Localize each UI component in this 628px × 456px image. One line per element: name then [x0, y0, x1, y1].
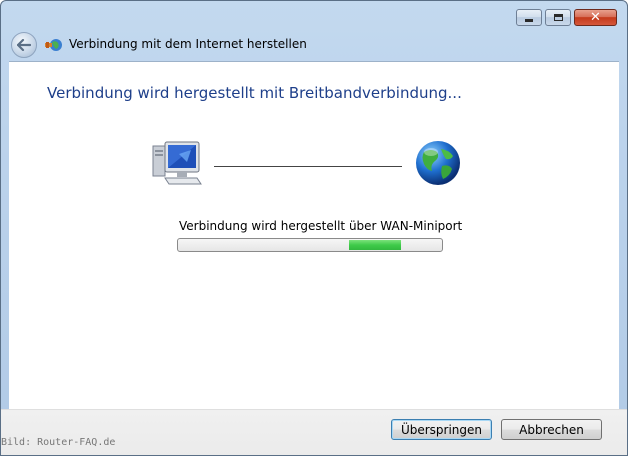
back-button[interactable]	[11, 32, 37, 58]
connection-line	[214, 166, 402, 167]
network-connection-icon	[45, 39, 62, 51]
skip-button[interactable]: Überspringen	[391, 419, 492, 440]
cancel-button[interactable]: Abbrechen	[501, 419, 602, 440]
maximize-button[interactable]	[545, 9, 571, 26]
image-credit-watermark: Bild: Router-FAQ.de	[1, 437, 116, 448]
minimize-button[interactable]	[516, 9, 542, 26]
close-icon: ✕	[590, 10, 601, 25]
title-bar: ✕	[1, 1, 627, 31]
minimize-icon	[525, 19, 533, 22]
page-heading: Verbindung wird hergestellt mit Breitban…	[47, 84, 462, 102]
dialog-window: ✕ Verbindung mit dem Internet herstellen…	[0, 0, 628, 456]
status-text: Verbindung wird hergestellt über WAN-Min…	[179, 219, 463, 233]
maximize-icon	[553, 14, 563, 21]
computer-icon	[152, 141, 202, 185]
navigation-bar: Verbindung mit dem Internet herstellen	[9, 31, 619, 59]
content-area: Verbindung wird hergestellt mit Breitban…	[9, 61, 619, 410]
button-footer: Bild: Router-FAQ.de Überspringen Abbrech…	[1, 409, 627, 455]
caption-buttons: ✕	[513, 9, 617, 26]
progress-bar	[177, 238, 443, 252]
close-button[interactable]: ✕	[574, 9, 617, 26]
progress-marquee	[349, 240, 401, 250]
back-arrow-icon	[17, 39, 31, 51]
globe-icon	[416, 141, 460, 185]
window-title: Verbindung mit dem Internet herstellen	[69, 37, 307, 51]
